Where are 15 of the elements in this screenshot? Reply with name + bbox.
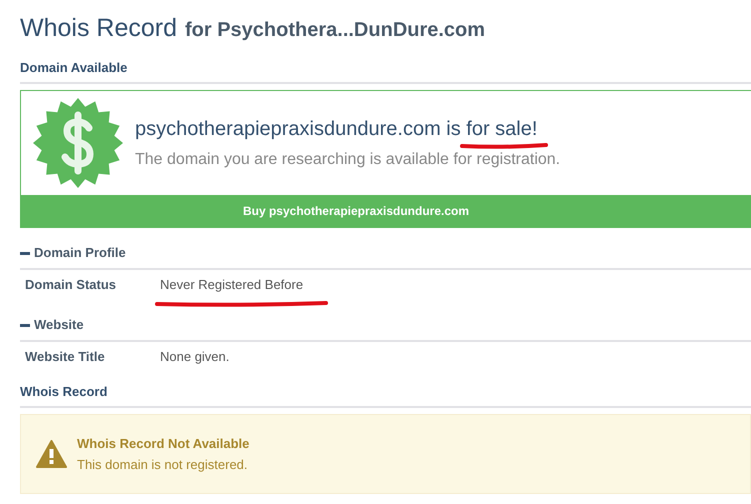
section-title: Domain Profile <box>34 244 126 262</box>
section-heading: Whois Record <box>20 383 108 400</box>
field-value: Never Registered Before <box>160 277 304 292</box>
alert-title: Whois Record Not Available <box>77 434 250 452</box>
field-value: None given. <box>160 349 230 364</box>
field-label: Website Title <box>25 348 106 366</box>
section-heading: Domain Available <box>20 59 128 76</box>
sale-headline: psychotherapiepraxisdundure.com is for sale! <box>135 117 538 142</box>
field-label: Domain Status <box>25 276 118 294</box>
buy-button[interactable]: Buy psychotherapiepraxisdundure.com <box>21 195 751 227</box>
sale-description: The domain you are researching is available for registration. <box>135 150 560 170</box>
section-title: Website <box>34 316 84 334</box>
alert-message: This domain is not registered. <box>77 456 249 474</box>
page-title: Whois Record <box>20 13 177 44</box>
page-subtitle: for Psychothera...DunDure.com <box>185 18 486 43</box>
